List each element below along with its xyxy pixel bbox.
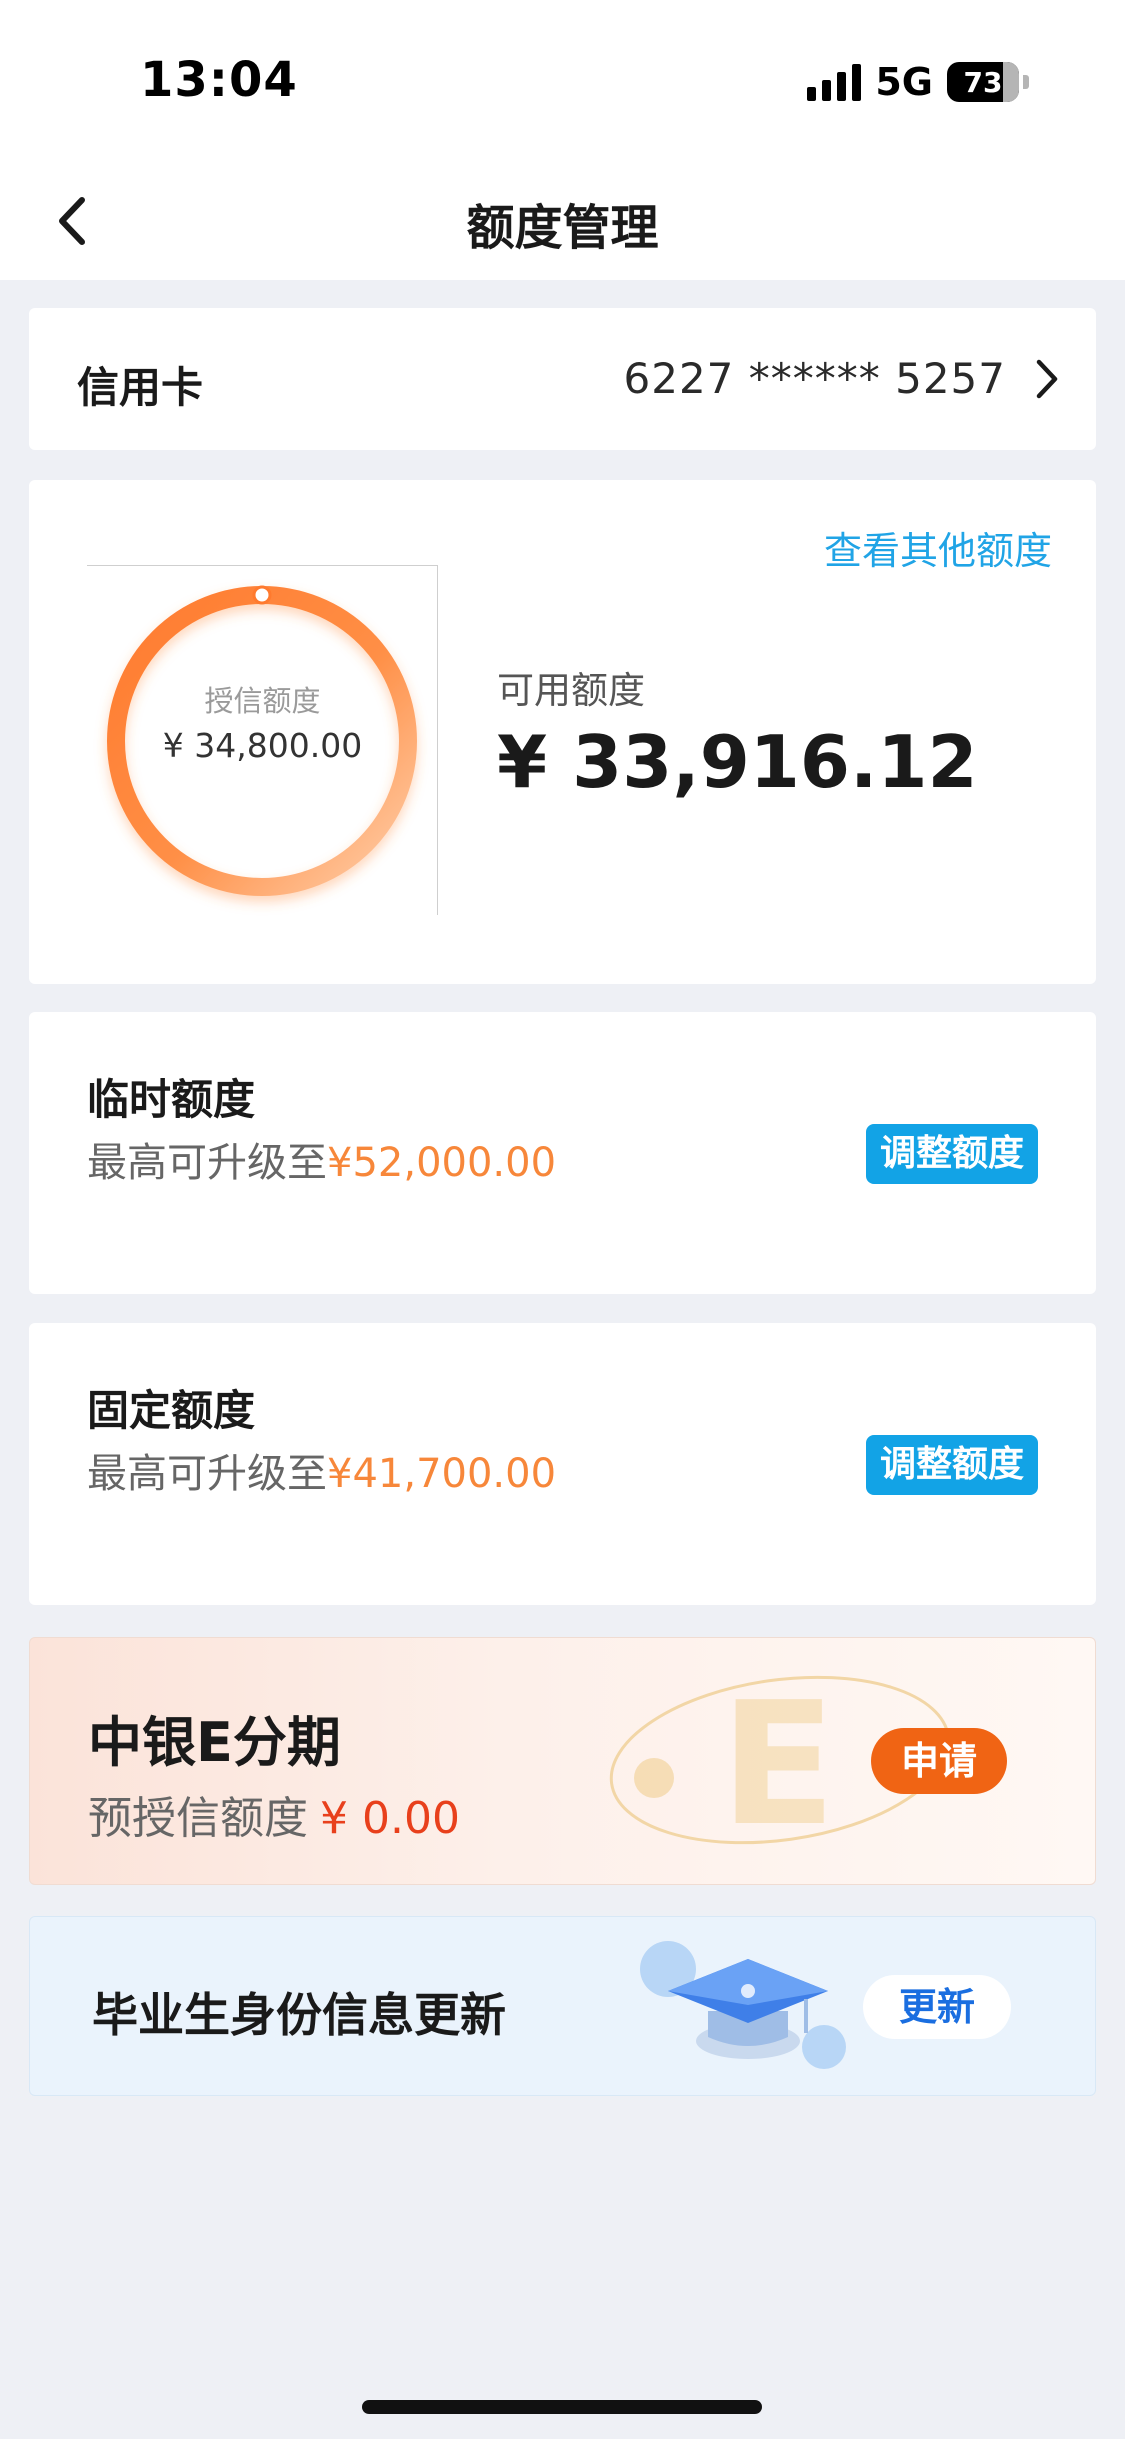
temporary-limit-title: 临时额度 <box>87 1075 256 1124</box>
fixed-max-amount: ¥41,700.00 <box>327 1451 557 1497</box>
adjust-temporary-limit-button[interactable]: 调整额度 <box>866 1124 1038 1184</box>
upgrade-prefix: 最高可升级至 <box>87 1140 327 1186</box>
update-button[interactable]: 更新 <box>863 1975 1011 2039</box>
ring-marker <box>252 585 272 605</box>
status-indicators: 5G 73 <box>807 60 1029 104</box>
card-type-label: 信用卡 <box>77 363 204 412</box>
svg-text:E: E <box>720 1666 836 1864</box>
home-indicator <box>362 2400 762 2414</box>
credit-limit-label: 授信额度 <box>204 684 321 718</box>
limit-card: 查看其他额度 授信额度 ¥ 34,800.00 可用额度 ¥ 33,916.12 <box>29 480 1096 984</box>
chevron-right-icon <box>1036 359 1058 399</box>
page-title: 额度管理 <box>466 200 659 256</box>
e-installment-desc: 预授信额度 ¥ 0.00 <box>88 1782 460 1846</box>
battery-icon: 73 <box>947 62 1019 102</box>
apply-button[interactable]: 申请 <box>871 1728 1007 1794</box>
status-bar: 13:04 5G 73 <box>0 0 1125 160</box>
credit-card-selector[interactable]: 信用卡 6227 ****** 5257 <box>29 308 1096 450</box>
available-limit-label: 可用额度 <box>497 669 645 712</box>
credit-limit-ring: 授信额度 ¥ 34,800.00 <box>87 565 438 915</box>
pre-credit-label: 预授信额度 <box>88 1793 308 1844</box>
graduation-cap-icon <box>640 1941 846 2069</box>
signal-icon <box>807 63 862 101</box>
upgrade-prefix: 最高可升级至 <box>87 1451 327 1497</box>
graduate-info-card[interactable]: 毕业生身份信息更新 更新 <box>29 1916 1096 2096</box>
temporary-limit-card: 临时额度 最高可升级至¥52,000.00 调整额度 <box>29 1012 1096 1294</box>
fixed-limit-card: 固定额度 最高可升级至¥41,700.00 调整额度 <box>29 1323 1096 1605</box>
fixed-limit-desc: 最高可升级至¥41,700.00 <box>87 1441 556 1499</box>
battery-tip <box>1023 75 1029 89</box>
graduate-info-title: 毕业生身份信息更新 <box>92 1988 506 2042</box>
e-installment-title: 中银E分期 <box>88 1711 341 1774</box>
temporary-max-amount: ¥52,000.00 <box>327 1140 557 1186</box>
network-label: 5G <box>875 60 933 104</box>
status-time: 13:04 <box>140 52 298 108</box>
nav-bar: 额度管理 <box>0 160 1125 280</box>
fixed-limit-title: 固定额度 <box>87 1386 256 1435</box>
pre-credit-amount: ¥ 0.00 <box>320 1793 460 1844</box>
battery-level: 73 <box>963 65 1003 99</box>
credit-limit-value: ¥ 34,800.00 <box>162 726 363 765</box>
view-other-limits-link[interactable]: 查看其他额度 <box>824 520 1052 575</box>
adjust-fixed-limit-button[interactable]: 调整额度 <box>866 1435 1038 1495</box>
temporary-limit-desc: 最高可升级至¥52,000.00 <box>87 1130 556 1188</box>
available-limit-value: ¥ 33,916.12 <box>497 720 978 804</box>
card-number: 6227 ****** 5257 <box>623 354 1006 403</box>
e-installment-card[interactable]: E 中银E分期 预授信额度 ¥ 0.00 申请 <box>29 1637 1096 1885</box>
